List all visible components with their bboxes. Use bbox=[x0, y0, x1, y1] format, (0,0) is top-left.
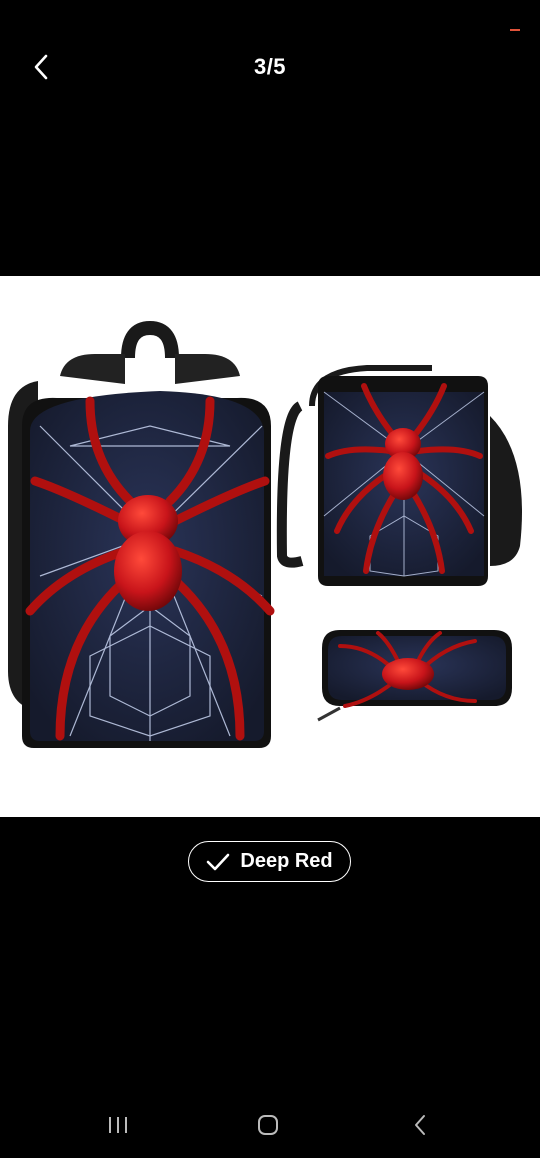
system-navigation-bar bbox=[0, 1096, 540, 1158]
image-counter: 3/5 bbox=[253, 54, 287, 79]
product-image[interactable] bbox=[0, 276, 540, 817]
home-icon bbox=[258, 1115, 278, 1135]
home-button[interactable] bbox=[248, 1110, 288, 1140]
pencil-case bbox=[317, 630, 512, 722]
backpack bbox=[8, 320, 275, 748]
system-back-button[interactable] bbox=[400, 1110, 440, 1140]
image-viewer-header: 3/5 bbox=[0, 0, 540, 140]
product-illustration bbox=[8, 320, 522, 748]
selected-variant-chip[interactable]: Deep Red bbox=[188, 841, 351, 882]
lunch-bag bbox=[276, 365, 522, 586]
checkmark-icon bbox=[207, 853, 230, 870]
status-indicator bbox=[510, 29, 520, 31]
back-icon bbox=[415, 1115, 425, 1135]
variant-label: Deep Red bbox=[240, 850, 333, 872]
recents-icon bbox=[109, 1117, 127, 1133]
recents-button[interactable] bbox=[98, 1110, 138, 1140]
